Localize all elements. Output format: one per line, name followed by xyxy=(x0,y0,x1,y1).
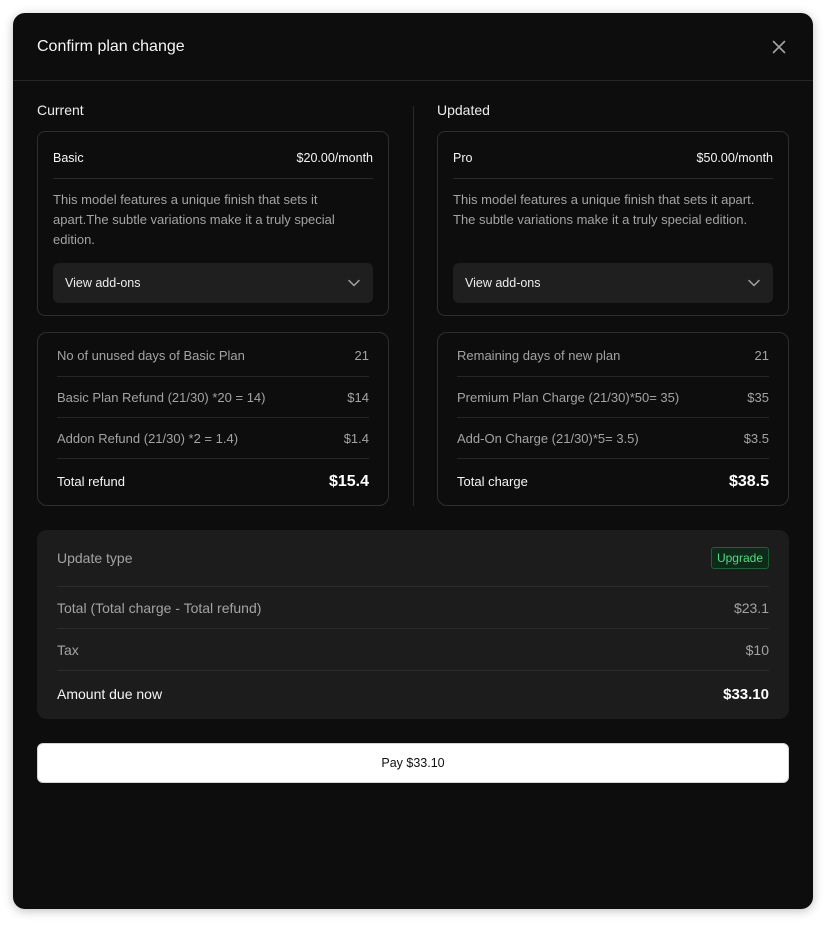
close-icon xyxy=(772,40,786,53)
calc-row-label: Addon Refund (21/30) *2 = 1.4) xyxy=(57,430,239,446)
calc-row: Addon Refund (21/30) *2 = 1.4) $1.4 xyxy=(57,418,369,459)
calc-row: Basic Plan Refund (21/30) *20 = 14) $14 xyxy=(57,377,369,418)
current-section-label: Current xyxy=(37,102,84,118)
amount-due-value: $33.10 xyxy=(723,685,769,703)
pay-button[interactable]: Pay $33.10 xyxy=(37,743,789,783)
total-refund-label: Total refund xyxy=(57,474,125,489)
calc-row-value: $3.5 xyxy=(743,430,769,446)
view-addons-dropdown[interactable]: View add-ons xyxy=(453,263,773,303)
total-difference-value: $23.1 xyxy=(733,599,769,616)
total-charge-label: Total charge xyxy=(457,474,528,489)
calc-row-value: 21 xyxy=(754,348,769,363)
total-charge-value: $38.5 xyxy=(728,472,769,490)
calc-row: No of unused days of Basic Plan 21 xyxy=(57,333,369,377)
calc-row-label: Add-On Charge (21/30)*5= 3.5) xyxy=(457,430,639,446)
charge-breakdown-card: Remaining days of new plan 21 Premium Pl… xyxy=(437,332,789,506)
plan-price: $50.00/month xyxy=(696,151,773,165)
view-addons-dropdown[interactable]: View add-ons xyxy=(53,263,373,303)
calc-row-label: No of unused days of Basic Plan xyxy=(57,348,245,363)
dialog-title: Confirm plan change xyxy=(37,37,185,55)
total-refund-value: $15.4 xyxy=(328,472,369,490)
tax-value: $10 xyxy=(745,641,769,658)
close-button[interactable] xyxy=(769,37,789,57)
plan-name: Pro xyxy=(453,151,473,165)
plan-header: Basic $20.00/month xyxy=(53,132,373,179)
view-addons-label: View add-ons xyxy=(65,276,141,290)
amount-due-label: Amount due now xyxy=(57,686,163,702)
updated-plan-column: Updated Pro $50.00/month This model feat… xyxy=(437,101,789,506)
view-addons-label: View add-ons xyxy=(465,276,541,290)
calc-row: Add-On Charge (21/30)*5= 3.5) $3.5 xyxy=(457,418,769,459)
calc-row-label: Premium Plan Charge (21/30)*50= 35) xyxy=(457,389,680,405)
plan-header: Pro $50.00/month xyxy=(453,132,773,179)
total-refund-row: Total refund $15.4 xyxy=(57,459,369,504)
current-plan-column: Current Basic $20.00/month This model fe… xyxy=(37,101,389,506)
calc-row-value: 21 xyxy=(354,348,369,363)
plan-description: This model features a unique finish that… xyxy=(53,192,335,247)
update-type-row: Update type Upgrade xyxy=(57,530,769,587)
calc-row-value: $14 xyxy=(347,389,369,405)
calc-row-value: $1.4 xyxy=(343,430,369,446)
calc-row-value: $35 xyxy=(747,389,769,405)
calc-row: Premium Plan Charge (21/30)*50= 35) $35 xyxy=(457,377,769,418)
amount-due-row: Amount due now $33.10 xyxy=(57,671,769,717)
current-plan-card: Basic $20.00/month This model features a… xyxy=(37,131,389,316)
updated-section-label: Updated xyxy=(437,102,490,118)
calc-row-label: Remaining days of new plan xyxy=(457,348,621,363)
column-divider xyxy=(413,106,414,506)
update-type-label: Update type xyxy=(57,550,133,566)
status-badge: Upgrade xyxy=(710,547,769,569)
tax-label: Tax xyxy=(57,641,79,658)
plan-description: This model features a unique finish that… xyxy=(453,192,755,227)
confirm-plan-change-dialog: Confirm plan change Current Basic $20.00… xyxy=(13,13,813,909)
chevron-down-icon xyxy=(748,279,760,287)
total-difference-row: Total (Total charge - Total refund) $23.… xyxy=(57,587,769,629)
plan-name: Basic xyxy=(53,151,84,165)
refund-breakdown-card: No of unused days of Basic Plan 21 Basic… xyxy=(37,332,389,506)
calc-row-label: Basic Plan Refund (21/30) *20 = 14) xyxy=(57,389,266,405)
calc-row: Remaining days of new plan 21 xyxy=(457,333,769,377)
updated-plan-card: Pro $50.00/month This model features a u… xyxy=(437,131,789,316)
tax-row: Tax $10 xyxy=(57,629,769,671)
dialog-header: Confirm plan change xyxy=(13,13,813,81)
total-difference-label: Total (Total charge - Total refund) xyxy=(57,599,262,616)
total-charge-row: Total charge $38.5 xyxy=(457,459,769,504)
pay-button-label: Pay $33.10 xyxy=(381,756,445,770)
plan-price: $20.00/month xyxy=(296,151,373,165)
plan-comparison: Current Basic $20.00/month This model fe… xyxy=(37,101,789,506)
payment-summary: Update type Upgrade Total (Total charge … xyxy=(37,530,789,719)
chevron-down-icon xyxy=(348,279,360,287)
